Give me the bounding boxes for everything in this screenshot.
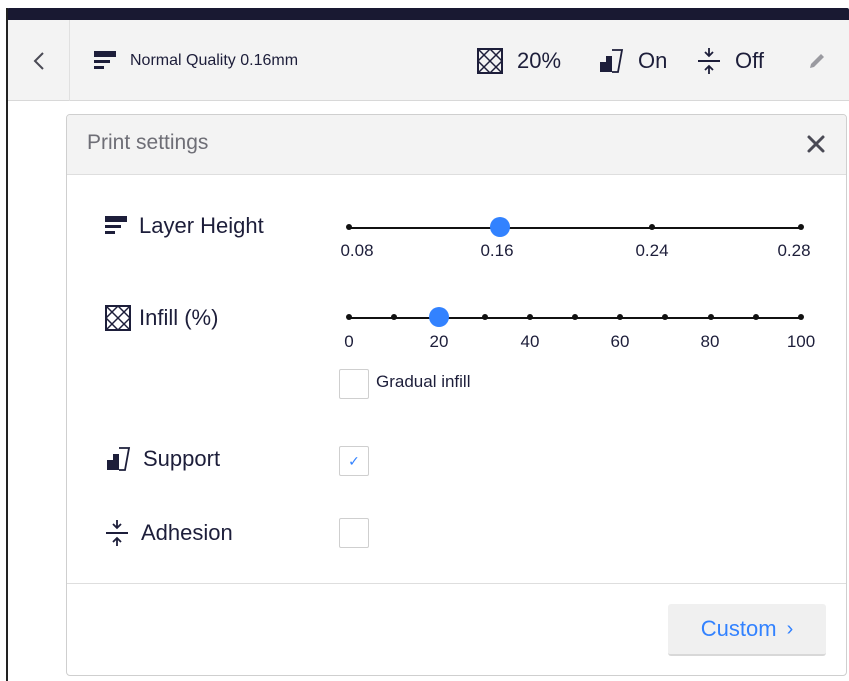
layer-height-icon: [92, 48, 118, 74]
support-label: Support: [143, 446, 221, 471]
layer-height-slider-handle[interactable]: [490, 217, 511, 237]
layer-height-tick-label: 0.08: [340, 241, 374, 260]
adhesion-summary-value: Off: [735, 47, 764, 73]
custom-button-label: Custom: [700, 616, 777, 641]
slider-tick: [662, 314, 669, 320]
layer-height-label: Layer Height: [139, 213, 264, 238]
infill-tick-label: 100: [786, 332, 816, 351]
infill-tick-label: 0: [344, 332, 354, 351]
infill-label: Infill (%): [139, 305, 219, 330]
edit-icon[interactable]: [806, 50, 828, 72]
support-row-label: Support: [103, 444, 220, 474]
adhesion-icon: [103, 518, 131, 548]
slider-tick: [572, 314, 578, 320]
gradual-infill-checkbox[interactable]: [339, 369, 369, 399]
gradual-infill-label: Gradual infill: [376, 372, 471, 391]
close-button[interactable]: [804, 132, 828, 156]
slider-tick: [752, 314, 759, 320]
slider-tick: [346, 224, 352, 230]
chevron-right-icon: ›: [786, 617, 794, 640]
slider-tick: [798, 224, 804, 230]
top-bar: [7, 8, 849, 20]
layer-height-slider[interactable]: [346, 214, 804, 244]
infill-icon: [475, 46, 505, 76]
infill-summary-value: 20%: [517, 47, 562, 73]
layer-height-tick-label: 0.16: [480, 241, 514, 260]
layer-height-tick-label: 0.28: [777, 241, 811, 260]
adhesion-label: Adhesion: [141, 520, 233, 545]
adhesion-icon: [695, 46, 723, 76]
adhesion-summary: Off: [695, 20, 764, 101]
slider-tick: [481, 314, 488, 320]
slider-tick: [707, 314, 714, 320]
layer-height-tick-label: 0.24: [635, 241, 669, 260]
print-setup-header[interactable]: Normal Quality 0.16mm 20% On Off: [8, 20, 849, 101]
panel-header: Print settings: [67, 115, 846, 175]
checkmark-icon: ✓: [348, 452, 360, 469]
support-icon: [103, 444, 133, 474]
slider-tick: [798, 314, 804, 320]
support-summary-value: On: [638, 47, 668, 73]
print-settings-panel: Print settings Layer Height 0.08 0.16 0.…: [66, 114, 847, 676]
layer-height-row-label: Layer Height: [103, 213, 264, 239]
left-edge: [0, 8, 8, 681]
slider-tick: [617, 314, 624, 320]
quality-summary: Normal Quality 0.16mm: [92, 20, 298, 101]
infill-tick-label: 20: [429, 332, 449, 351]
infill-icon: [103, 303, 133, 333]
infill-row-label: Infill (%): [103, 303, 218, 333]
infill-tick-label: 40: [520, 332, 540, 351]
slider-tick: [391, 314, 398, 320]
collapse-button[interactable]: [8, 20, 70, 101]
support-summary: On: [596, 20, 667, 101]
support-checkbox[interactable]: ✓: [339, 446, 369, 476]
infill-slider-handle[interactable]: [429, 307, 450, 327]
slider-track: [349, 227, 801, 229]
slider-tick: [648, 224, 655, 230]
infill-summary: 20%: [475, 20, 561, 101]
support-icon: [596, 46, 626, 76]
infill-tick-label: 80: [700, 332, 720, 351]
layer-height-icon: [103, 213, 129, 239]
infill-tick-label: 60: [610, 332, 630, 351]
slider-tick: [526, 314, 533, 320]
panel-title: Print settings: [87, 131, 209, 154]
adhesion-row-label: Adhesion: [103, 518, 233, 548]
adhesion-checkbox[interactable]: [339, 518, 369, 548]
infill-slider[interactable]: [346, 304, 804, 334]
quality-label: Normal Quality 0.16mm: [130, 51, 299, 69]
chevron-left-icon: [33, 51, 44, 70]
custom-button[interactable]: Custom ›: [668, 604, 826, 656]
panel-footer: Custom ›: [67, 583, 846, 675]
slider-tick: [346, 314, 352, 320]
close-icon: [807, 135, 825, 153]
